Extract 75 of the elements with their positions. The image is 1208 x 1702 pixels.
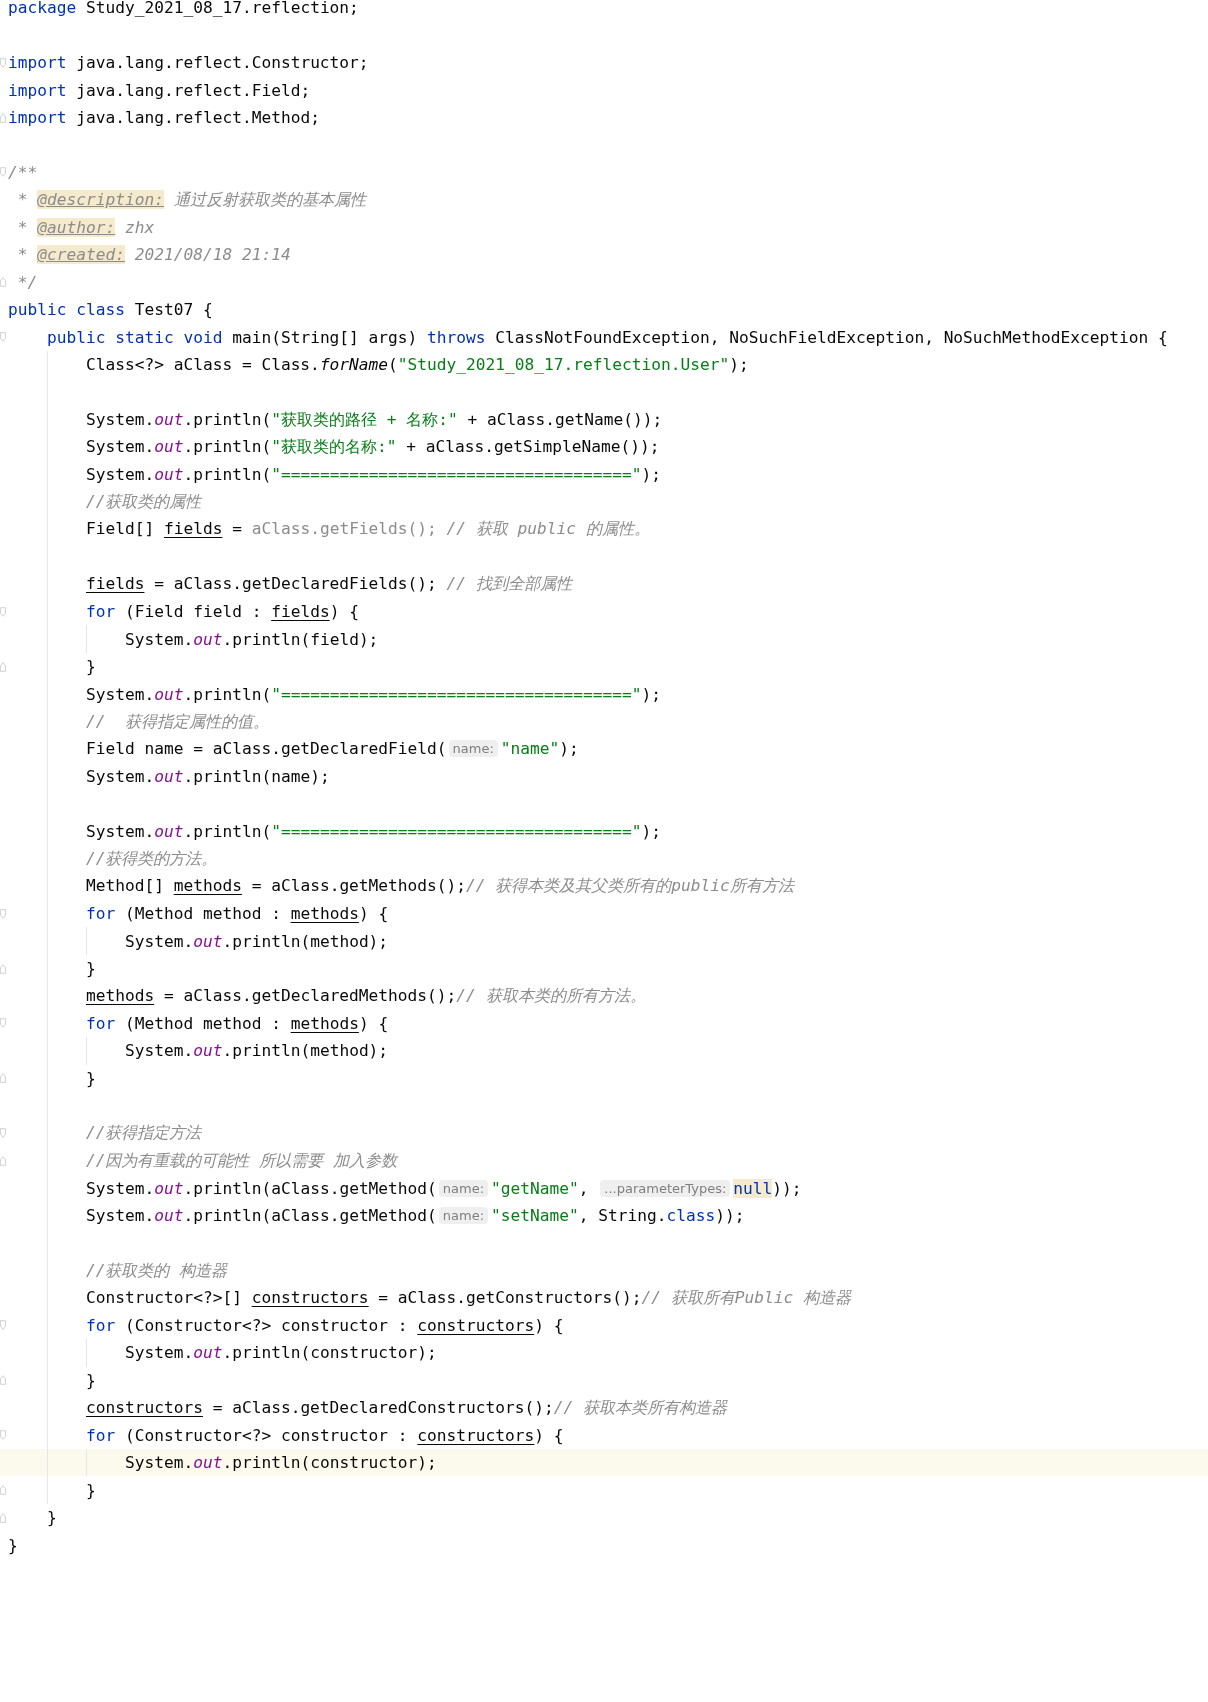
code-line: System.out.println(field);	[124, 629, 379, 649]
code-line: System.out.println("====================================");	[85, 821, 661, 841]
code-line: for (Constructor<?> constructor : constructors) {	[85, 1315, 564, 1335]
code-line: }	[85, 1480, 96, 1500]
fold-icon[interactable]	[0, 1512, 6, 1523]
code-line: public static void main(String[] args) throws ClassNotFoundException, NoSuchFieldException, NoSuchMethodException {	[47, 327, 1168, 347]
code-line: System.out.println("====================================");	[85, 684, 661, 704]
fold-icon[interactable]	[0, 1155, 6, 1166]
code-line: Class<?> aClass = Class.forName("Study_2021_08_17.reflection.User");	[85, 355, 749, 375]
code-line: "setName", String.class));	[491, 1206, 745, 1226]
code-line: public class Test07 {	[8, 300, 213, 320]
fold-icon[interactable]	[0, 277, 6, 288]
fold-icon[interactable]	[0, 1430, 6, 1441]
code-line: // 获得指定属性的值。	[85, 710, 269, 733]
code-line: //获取类的属性	[85, 490, 202, 513]
code-line: System.out.println(method);	[124, 931, 389, 951]
parameter-hint: ...parameterTypes:	[600, 1179, 731, 1197]
code-line: for (Field field : fields) {	[85, 602, 359, 622]
code-line: }	[47, 1508, 57, 1528]
code-line: System.out.println(aClass.getMethod(	[85, 1178, 437, 1198]
code-line: System.out.println("获取类的路径 + 名称:" + aClass.getName());	[85, 408, 663, 431]
code-line: System.out.println(aClass.getMethod(	[85, 1206, 437, 1226]
fold-icon[interactable]	[0, 57, 6, 68]
code-line: Method[] methods = aClass.getMethods();// 获得本类及其父类所有的public所有方法	[85, 875, 794, 898]
fold-icon[interactable]	[0, 1073, 6, 1084]
code-line: */	[17, 272, 38, 292]
code-line: /**	[8, 162, 38, 182]
code-line: System.out.println("====================================");	[85, 464, 661, 484]
code-line: System.out.println(constructor);	[124, 1343, 437, 1363]
parameter-hint: name:	[438, 1207, 489, 1225]
code-line: * @author: zhx	[17, 217, 155, 237]
fold-icon[interactable]	[0, 661, 6, 672]
code-line: Field[] fields = aClass.getFields(); // 获取 public 的属性。	[85, 518, 650, 541]
code-line: for (Method method : methods) {	[85, 904, 389, 924]
fold-icon[interactable]	[0, 112, 6, 123]
parameter-hint: name:	[438, 1179, 489, 1197]
code-line: for (Constructor<?> constructor : constructors) {	[85, 1425, 564, 1445]
code-line: System.out.println(name);	[85, 766, 330, 786]
code-line: fields = aClass.getDeclaredFields(); // 找到全部属性	[85, 573, 572, 596]
code-line: import java.lang.reflect.Constructor;	[8, 53, 369, 73]
code-line: "getName",	[491, 1178, 590, 1198]
fold-icon[interactable]	[0, 963, 6, 974]
code-line: import java.lang.reflect.Method;	[8, 108, 320, 128]
fold-icon[interactable]	[0, 908, 6, 919]
code-line: }	[85, 657, 96, 677]
code-line: }	[85, 1068, 96, 1088]
fold-icon[interactable]	[0, 1375, 6, 1386]
code-line: package Study_2021_08_17.reflection;	[8, 0, 359, 18]
fold-icon[interactable]	[0, 332, 6, 343]
code-line: }	[85, 959, 96, 979]
code-line: }	[85, 1370, 96, 1390]
code-line: * @description: 通过反射获取类的基本属性	[17, 188, 366, 211]
fold-icon[interactable]	[0, 1128, 6, 1139]
code-line: Constructor<?>[] constructors = aClass.getConstructors();// 获取所有Public 构造器	[85, 1287, 851, 1309]
code-line: for (Method method : methods) {	[85, 1014, 389, 1033]
parameter-hint: name:	[448, 740, 498, 758]
fold-icon[interactable]	[0, 1320, 6, 1331]
code-line: //获得指定方法	[85, 1122, 202, 1145]
fold-icon[interactable]	[0, 167, 6, 178]
code-line: System.out.println("获取类的名称:" + aClass.getSimpleName());	[85, 435, 660, 458]
code-line: import java.lang.reflect.Field;	[8, 80, 311, 100]
code-line: System.out.println(constructor);	[124, 1453, 437, 1473]
code-line: //获取类的 构造器	[85, 1259, 228, 1282]
fold-icon[interactable]	[0, 1485, 6, 1496]
code-line: System.out.println(method);	[124, 1041, 389, 1061]
fold-icon[interactable]	[0, 606, 6, 617]
fold-icon[interactable]	[0, 1018, 6, 1029]
code-line: constructors = aClass.getDeclaredConstructors();// 获取本类所有构造器	[85, 1396, 728, 1419]
code-line: //因为有重载的可能性 所以需要 加入参数	[85, 1149, 397, 1172]
code-line: Field name = aClass.getDeclaredField(	[85, 739, 447, 759]
code-line: "name");	[500, 739, 579, 759]
code-line: //获得类的方法。	[85, 847, 218, 870]
code-line: * @created: 2021/08/18 21:14	[17, 245, 291, 265]
code-line: methods = aClass.getDeclaredMethods();// 获取本类的所有方法。	[85, 985, 646, 1008]
code-line: }	[8, 1535, 18, 1555]
